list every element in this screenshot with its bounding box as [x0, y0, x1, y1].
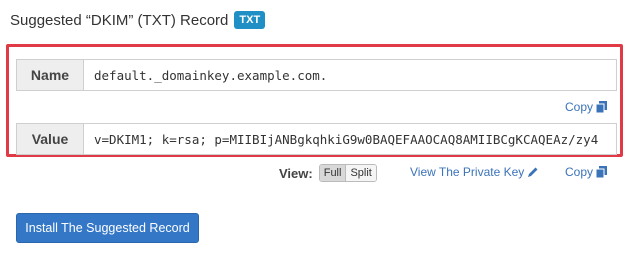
view-private-key-label: View The Private Key — [410, 165, 525, 179]
name-label: Name — [17, 60, 84, 90]
copy-value-link[interactable]: Copy — [565, 165, 608, 179]
copy-icon — [596, 166, 608, 178]
section-title: Suggested “DKIM” (TXT) Record TXT — [10, 10, 266, 30]
txt-badge: TXT — [234, 11, 266, 29]
view-full-button[interactable]: Full — [319, 165, 347, 181]
name-value[interactable]: default._domainkey.example.com. — [84, 60, 616, 90]
value-value[interactable]: v=DKIM1; k=rsa; p=MIIBIjANBgkqhkiG9w0BAQ… — [84, 124, 616, 154]
view-private-key-link[interactable]: View The Private Key — [410, 165, 539, 179]
section-title-text: Suggested “DKIM” (TXT) Record — [10, 11, 229, 29]
value-field: Value v=DKIM1; k=rsa; p=MIIBIjANBgkqhkiG… — [16, 123, 617, 155]
view-label: View: — [279, 165, 313, 181]
copy-value-label: Copy — [565, 165, 594, 179]
view-segmented-control: Full Split — [318, 164, 377, 182]
copy-icon — [596, 101, 608, 113]
copy-name-link[interactable]: Copy — [565, 100, 608, 114]
install-suggested-record-button[interactable]: Install The Suggested Record — [16, 213, 199, 243]
copy-name-label: Copy — [565, 100, 594, 114]
view-toggle: View: Full Split — [279, 163, 377, 183]
value-label: Value — [17, 124, 84, 154]
name-field: Name default._domainkey.example.com. — [16, 59, 617, 91]
view-split-button[interactable]: Split — [346, 165, 376, 181]
pencil-icon — [527, 166, 539, 178]
